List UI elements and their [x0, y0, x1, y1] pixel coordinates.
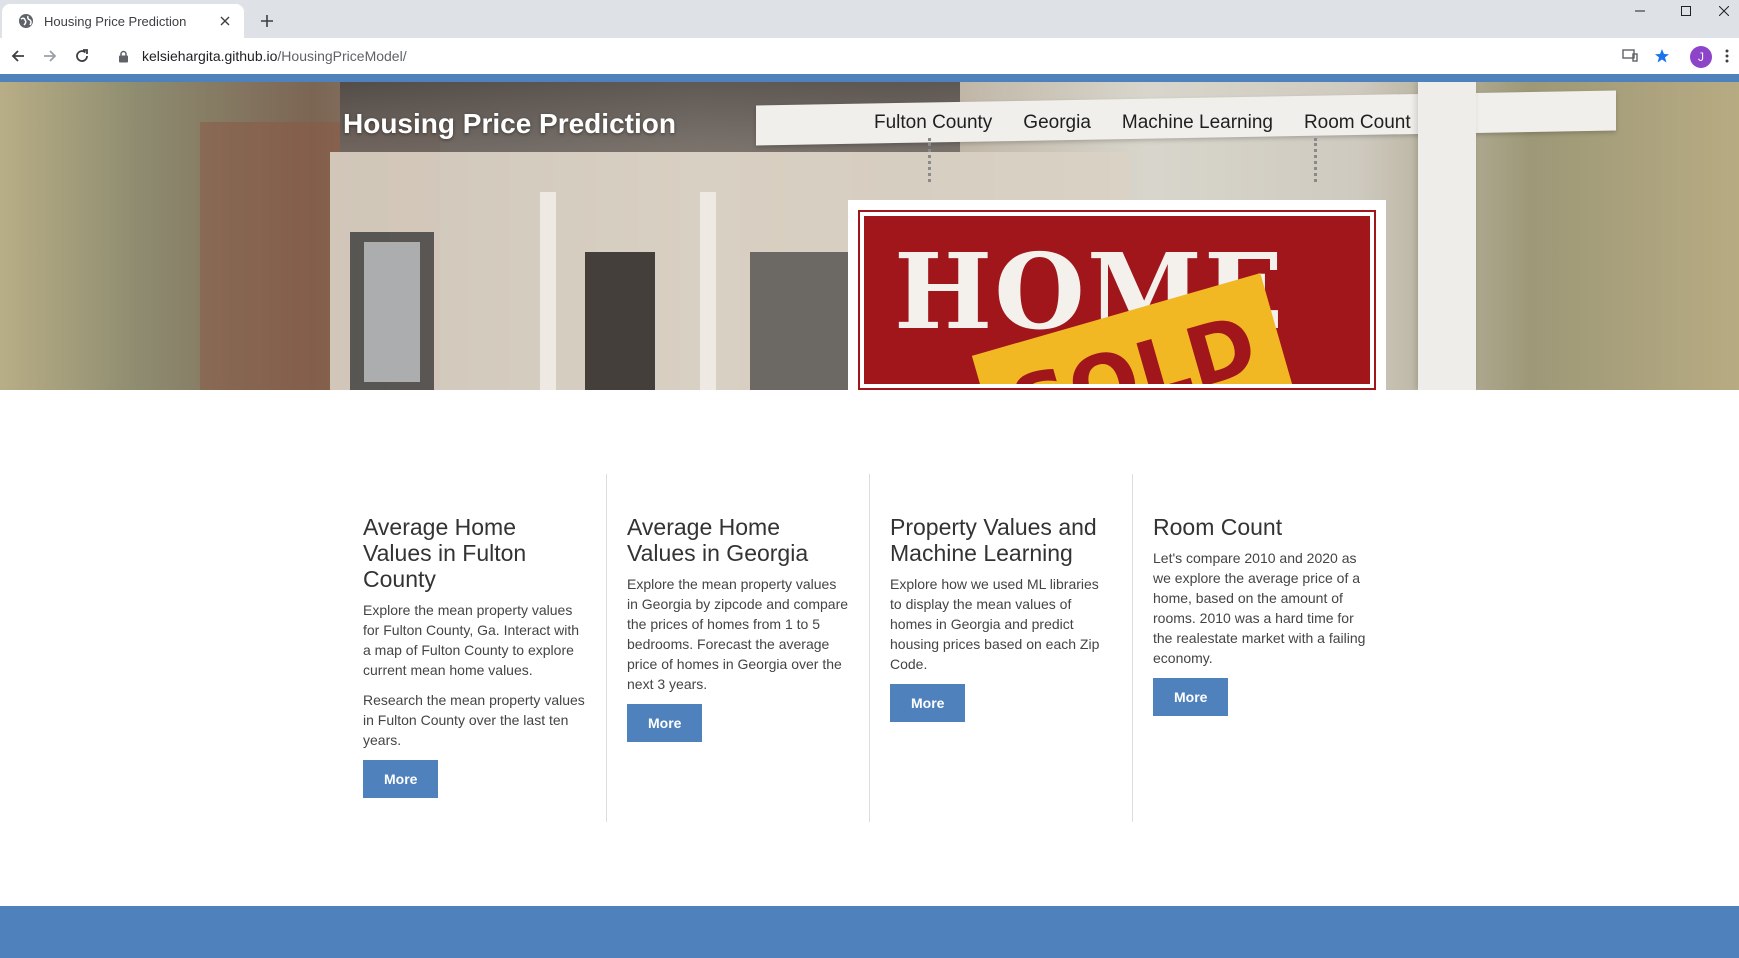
close-tab-icon[interactable] [216, 12, 234, 30]
maximize-icon[interactable] [1663, 0, 1709, 22]
site-nav: Fulton County Georgia Machine Learning R… [874, 112, 1442, 134]
card-fulton-county: Average Home Values in Fulton County Exp… [343, 474, 606, 822]
more-button[interactable]: More [627, 704, 703, 742]
card-text: Explore how we used ML libraries to disp… [890, 576, 1100, 672]
nav-fulton-county[interactable]: Fulton County [874, 112, 992, 134]
close-window-icon[interactable] [1709, 0, 1739, 22]
bookmark-star-icon[interactable] [1648, 42, 1676, 70]
card-heading: Average Home Values in Fulton County [363, 514, 527, 592]
hero-house-window [350, 232, 434, 390]
card-georgia: Average Home Values in Georgia Explore t… [606, 474, 869, 822]
url-path: /HousingPriceModel/ [277, 48, 407, 64]
more-button[interactable]: More [363, 760, 439, 798]
hero-house-column [700, 192, 716, 390]
more-button[interactable]: More [890, 684, 966, 722]
back-icon[interactable] [4, 42, 32, 70]
profile-avatar[interactable]: J [1690, 46, 1712, 68]
card-text: Let's compare 2010 and 2020 as we explor… [1153, 550, 1366, 666]
footer-bar [0, 906, 1739, 958]
browser-toolbar: kelsiehargita.github.io/HousingPriceMode… [0, 38, 1739, 74]
card-machine-learning: Property Values and Machine Learning Exp… [869, 474, 1132, 822]
cast-icon[interactable] [1616, 42, 1644, 70]
hero-sign-chain [928, 138, 938, 182]
card-heading: Room Count [1153, 514, 1283, 540]
url-host: kelsiehargita.github.io [142, 48, 278, 64]
lock-icon[interactable] [118, 49, 130, 63]
hero-house-door [585, 252, 655, 390]
browser-tabstrip: Housing Price Prediction [0, 0, 1739, 38]
menu-kebab-icon[interactable] [1717, 42, 1737, 70]
browser-tab[interactable]: Housing Price Prediction [2, 4, 244, 38]
card-text: Research the mean property values in Ful… [363, 692, 585, 748]
top-accent-bar [0, 74, 1739, 82]
hero-house-window [750, 252, 850, 390]
hero-banner: HOME SOLD [0, 82, 1739, 390]
card-text: Explore the mean property values in Geor… [627, 576, 849, 692]
forward-icon[interactable] [36, 42, 64, 70]
new-tab-icon[interactable] [254, 8, 280, 34]
card-heading: Property Values and Machine Learning [890, 514, 1097, 566]
card-room-count: Room Count Let's compare 2010 and 2020 a… [1132, 474, 1395, 822]
address-bar[interactable]: kelsiehargita.github.io/HousingPriceMode… [108, 42, 1708, 70]
more-button[interactable]: More [1153, 678, 1229, 716]
reload-icon[interactable] [68, 42, 96, 70]
tab-title: Housing Price Prediction [44, 13, 187, 29]
minimize-icon[interactable] [1617, 0, 1663, 22]
globe-icon [18, 13, 34, 29]
nav-machine-learning[interactable]: Machine Learning [1122, 112, 1273, 134]
nav-room-count[interactable]: Room Count [1304, 112, 1411, 134]
site-title[interactable]: Housing Price Prediction [343, 108, 676, 140]
hero-house-column [540, 192, 556, 390]
hero-home-sold-sign: HOME SOLD [848, 200, 1386, 390]
card-heading: Average Home Values in Georgia [627, 514, 809, 566]
card-text: Explore the mean property values for Ful… [363, 602, 580, 678]
hero-sign-chain [1314, 138, 1324, 182]
nav-georgia[interactable]: Georgia [1023, 112, 1091, 134]
feature-cards: Average Home Values in Fulton County Exp… [343, 474, 1397, 822]
